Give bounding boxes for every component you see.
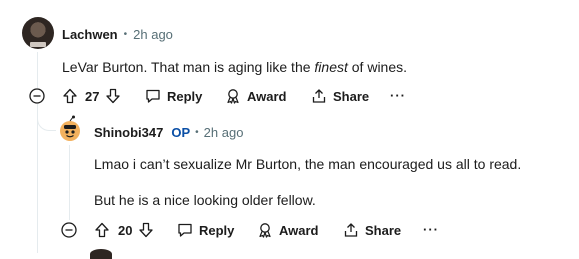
comment-body-line: But he is a nice looking older fellow. (94, 192, 316, 208)
reply-icon (177, 222, 193, 238)
avatar[interactable] (56, 115, 84, 143)
vote-count: 27 (85, 88, 100, 104)
op-badge: OP (171, 125, 191, 140)
collapse-icon[interactable] (61, 222, 77, 238)
comment-header: Shinobi347 OP • 2h ago (94, 125, 243, 140)
timestamp[interactable]: 2h ago (133, 27, 173, 42)
separator: • (195, 127, 199, 138)
vote-group: 20 (94, 222, 154, 238)
award-button[interactable]: Award (257, 222, 319, 238)
share-icon (311, 88, 327, 104)
separator: • (123, 29, 128, 40)
vote-group: 27 (62, 88, 121, 104)
more-icon[interactable]: ··· (423, 222, 439, 237)
thread-line (69, 145, 70, 220)
award-icon (225, 88, 241, 104)
comment-body: LeVar Burton. That man is aging like the… (62, 59, 408, 75)
thread-branch (37, 104, 56, 131)
thread-line (37, 52, 38, 88)
thread-line (37, 104, 38, 253)
reply-button[interactable]: Reply (145, 88, 202, 104)
timestamp[interactable]: 2h ago (204, 125, 244, 140)
award-button[interactable]: Award (225, 88, 287, 104)
author-name[interactable]: Lachwen (62, 27, 118, 42)
vote-count: 20 (118, 222, 133, 238)
share-icon (343, 222, 359, 238)
share-button[interactable]: Share (311, 88, 369, 104)
upvote-icon[interactable] (62, 88, 78, 104)
author-name[interactable]: Shinobi347 (94, 125, 163, 140)
share-button[interactable]: Share (343, 222, 401, 238)
reply-icon (145, 88, 161, 104)
collapse-icon[interactable] (29, 88, 45, 104)
downvote-icon[interactable] (138, 222, 154, 238)
avatar[interactable] (22, 17, 54, 49)
award-icon (257, 222, 273, 238)
comment-header: Lachwen • 2h ago (62, 27, 173, 42)
more-icon[interactable]: ··· (390, 88, 406, 103)
comment-body-line: Lmao i can’t sexualize Mr Burton, the ma… (94, 156, 522, 172)
upvote-icon[interactable] (94, 222, 110, 238)
downvote-icon[interactable] (105, 88, 121, 104)
reply-button[interactable]: Reply (177, 222, 234, 238)
avatar[interactable] (90, 249, 112, 259)
